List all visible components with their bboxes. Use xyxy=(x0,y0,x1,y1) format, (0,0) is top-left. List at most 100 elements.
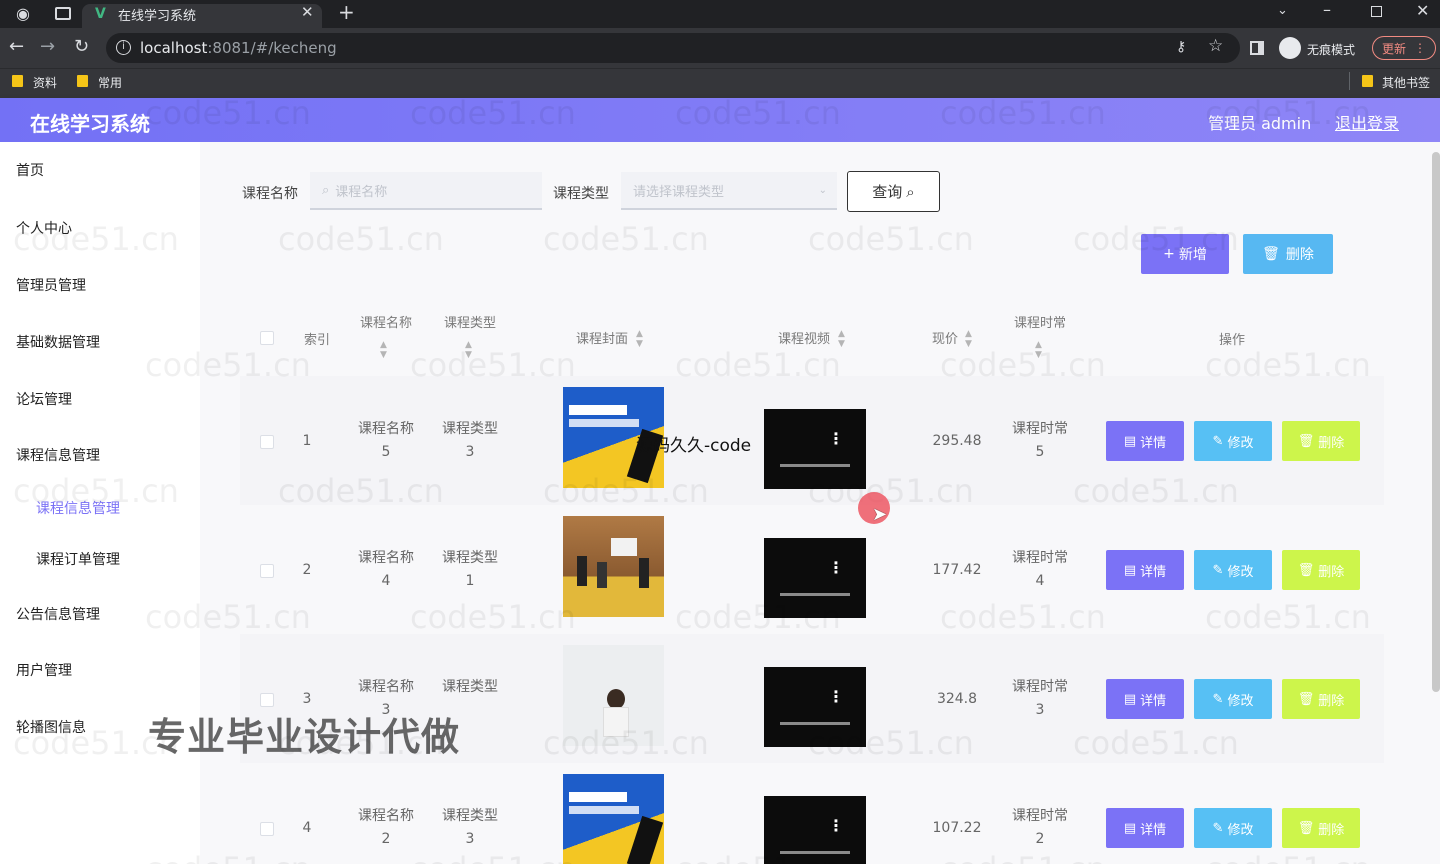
scrollbar[interactable] xyxy=(1432,152,1440,692)
tab-list-icon[interactable]: ⌄ xyxy=(1277,4,1288,17)
caption-overlay: 源码久久-code xyxy=(636,436,752,456)
sort-icon[interactable]: ▲ ▼ xyxy=(380,340,387,360)
key-icon[interactable]: ⚷ xyxy=(1176,40,1186,54)
forward-icon[interactable]: → xyxy=(40,38,55,56)
watermark-text: code51.cn xyxy=(543,472,709,510)
cell-name-num: 2 xyxy=(381,831,391,847)
query-button[interactable]: 查询 ⌕ xyxy=(847,171,940,212)
detail-label: 详情 xyxy=(1140,822,1167,838)
watermark-text: code51.cn xyxy=(145,94,311,132)
more-vertical-icon[interactable]: ⋮ xyxy=(828,818,844,834)
update-button[interactable]: 更新 ⋮ xyxy=(1372,36,1436,60)
watermark-text: code51.cn xyxy=(1205,598,1371,636)
watermark-text: code51.cn xyxy=(543,220,709,258)
course-cover-image[interactable] xyxy=(563,516,664,617)
watermark-text: code51.cn xyxy=(1073,472,1239,510)
side-panel-icon[interactable] xyxy=(1250,41,1264,55)
cell-type-text: 课程类型 xyxy=(442,421,498,437)
th-name[interactable]: 课程名称 xyxy=(350,312,422,331)
sidebar-item-home[interactable]: 首页 xyxy=(16,160,44,180)
url-text[interactable]: localhost:8081/#/kecheng xyxy=(140,39,337,57)
th-type[interactable]: 课程类型 xyxy=(434,312,506,331)
browser-app-icon[interactable]: ◉ xyxy=(16,6,30,22)
edit-button[interactable]: ✎ 修改 xyxy=(1194,679,1272,719)
th-video[interactable]: 课程视频 xyxy=(764,328,844,347)
cell-price: 177.42 xyxy=(932,562,982,578)
trash-icon: 🗑 xyxy=(1297,691,1315,707)
more-vertical-icon[interactable]: ⋮ xyxy=(828,689,844,705)
minimize-icon[interactable]: – xyxy=(1323,2,1331,18)
video-progress-bar[interactable] xyxy=(780,464,850,467)
sidebar-subitem-course-orders[interactable]: 课程订单管理 xyxy=(36,549,120,569)
watermark-text: code51.cn xyxy=(675,598,841,636)
sidebar-item-basedata[interactable]: 基础数据管理 xyxy=(16,332,100,352)
bookmark-star-icon[interactable]: ☆ xyxy=(1208,38,1223,55)
course-type-select[interactable]: 请选择课程类型 ⌄ xyxy=(621,172,837,210)
sidebar-item-courses[interactable]: 课程信息管理 xyxy=(16,445,100,465)
cell-duration: 课程时常 3 xyxy=(1000,676,1080,722)
edit-button[interactable]: ✎ 修改 xyxy=(1194,550,1272,590)
detail-button[interactable]: ▤ 详情 xyxy=(1106,550,1184,590)
video-progress-bar[interactable] xyxy=(780,593,850,596)
site-info-icon[interactable]: i xyxy=(116,40,131,55)
back-icon[interactable]: ← xyxy=(9,38,24,56)
select-all-checkbox[interactable] xyxy=(260,331,274,345)
cell-name-text: 课程名称 xyxy=(358,808,414,824)
sidebar-item-users[interactable]: 用户管理 xyxy=(16,660,72,680)
detail-button[interactable]: ▤ 详情 xyxy=(1106,679,1184,719)
edit-button[interactable]: ✎ 修改 xyxy=(1194,421,1272,461)
folder-icon xyxy=(77,75,88,87)
incognito-label: 无痕模式 xyxy=(1307,43,1356,57)
cell-type: 课程类型 xyxy=(430,676,510,699)
restore-icon[interactable] xyxy=(1371,6,1382,17)
cell-name-text: 课程名称 xyxy=(358,550,414,566)
th-duration[interactable]: 课程时常 xyxy=(1004,312,1076,331)
cell-name: 课程名称 4 xyxy=(346,547,426,593)
course-type-label: 课程类型 xyxy=(553,186,609,202)
row-checkbox[interactable] xyxy=(260,822,274,836)
other-bookmarks[interactable]: 其他书签 xyxy=(1382,74,1430,91)
detail-button[interactable]: ▤ 详情 xyxy=(1106,421,1184,461)
window-close-icon[interactable]: ✕ xyxy=(1416,3,1429,19)
row-checkbox[interactable] xyxy=(260,693,274,707)
watermark-text: code51.cn xyxy=(808,220,974,258)
cell-duration-text: 课程时常 xyxy=(1012,421,1068,437)
sidebar-item-forum[interactable]: 论坛管理 xyxy=(16,389,72,409)
sort-icon[interactable]: ▲ ▼ xyxy=(636,329,643,349)
sidebar-item-admins[interactable]: 管理员管理 xyxy=(16,275,86,295)
vue-logo-icon: V xyxy=(95,6,106,22)
new-tab-icon[interactable]: + xyxy=(338,2,355,22)
watermark-text: code51.cn xyxy=(145,598,311,636)
folder-icon xyxy=(1362,75,1373,87)
sidebar-item-notices[interactable]: 公告信息管理 xyxy=(16,604,100,624)
bookmark-divider xyxy=(1349,72,1350,90)
watermark-text: code51.cn xyxy=(13,220,179,258)
cell-duration-text: 课程时常 xyxy=(1012,679,1068,695)
detail-button[interactable]: ▤ 详情 xyxy=(1106,808,1184,848)
row-delete-button[interactable]: 🗑 删除 xyxy=(1282,421,1360,461)
cell-duration-text: 课程时常 xyxy=(1012,550,1068,566)
edit-label: 修改 xyxy=(1227,435,1254,451)
row-delete-button[interactable]: 🗑 删除 xyxy=(1282,679,1360,719)
batch-delete-button[interactable]: 🗑 删除 xyxy=(1243,234,1333,274)
edit-button[interactable]: ✎ 修改 xyxy=(1194,808,1272,848)
document-icon: ▤ xyxy=(1123,433,1137,449)
row-delete-button[interactable]: 🗑 删除 xyxy=(1282,808,1360,848)
tab-search-icon[interactable] xyxy=(55,7,71,20)
more-vertical-icon[interactable]: ⋮ xyxy=(828,560,844,576)
reload-icon[interactable]: ↻ xyxy=(74,38,89,56)
row-delete-button[interactable]: 🗑 删除 xyxy=(1282,550,1360,590)
row-checkbox[interactable] xyxy=(260,564,274,578)
th-cover[interactable]: 课程封面 xyxy=(562,328,642,347)
th-price[interactable]: 现价 xyxy=(920,328,970,347)
course-name-input[interactable]: ⌕ 课程名称 xyxy=(310,172,542,210)
bookmark-item[interactable]: 常用 xyxy=(98,74,122,91)
trash-icon: 🗑 xyxy=(1297,820,1315,836)
tab-close-icon[interactable]: ✕ xyxy=(301,5,314,20)
more-vertical-icon[interactable]: ⋮ xyxy=(828,431,844,447)
course-cover-image[interactable] xyxy=(563,774,664,864)
bookmark-item[interactable]: 资料 xyxy=(33,74,57,91)
cell-duration: 课程时常 2 xyxy=(1000,805,1080,851)
edit-label: 修改 xyxy=(1227,693,1254,709)
row-checkbox[interactable] xyxy=(260,435,274,449)
